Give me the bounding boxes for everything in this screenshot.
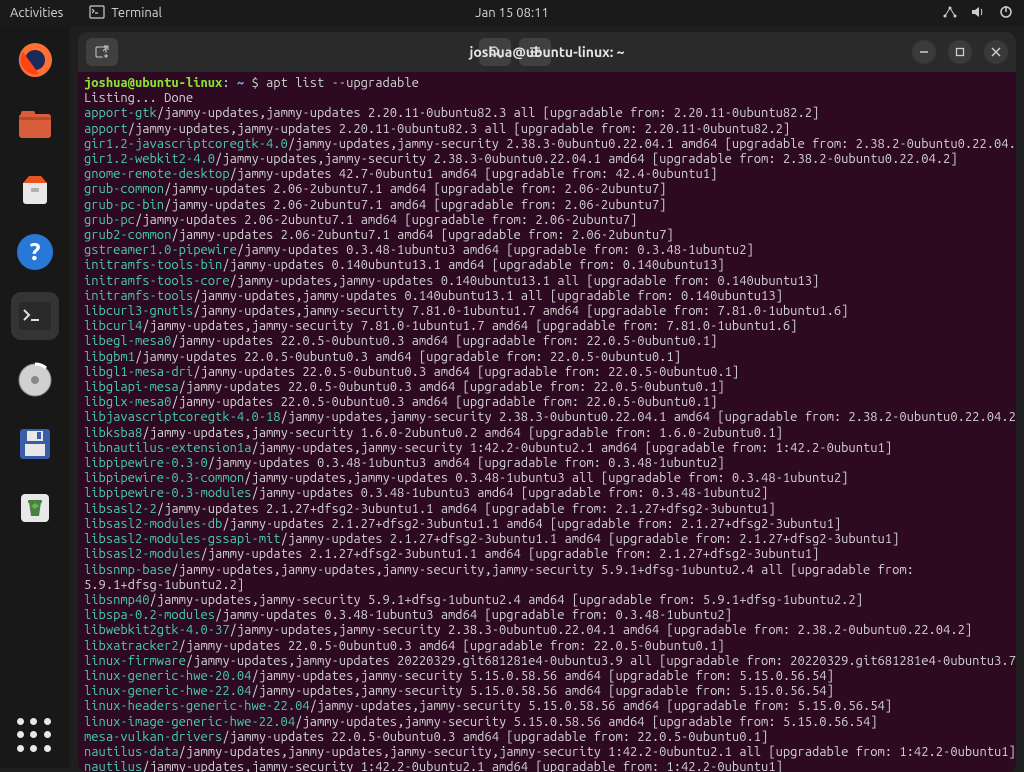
dock-disk[interactable]	[11, 356, 59, 404]
dock-save-icon[interactable]	[11, 420, 59, 468]
titlebar: joshua@ubuntu-linux: ~	[78, 32, 1016, 72]
dock-help[interactable]: ?	[11, 228, 59, 276]
active-app-indicator[interactable]: Terminal	[89, 4, 162, 23]
dock-trash[interactable]	[11, 484, 59, 532]
svg-text:?: ?	[28, 238, 41, 265]
top-panel: Activities Terminal Jan 15 08:11	[0, 0, 1024, 26]
dock: ?	[0, 26, 70, 768]
power-icon[interactable]	[998, 4, 1014, 23]
activities-button[interactable]: Activities	[10, 6, 63, 20]
terminal-window: joshua@ubuntu-linux: ~ joshua@ubuntu-lin…	[78, 32, 1016, 772]
clock[interactable]: Jan 15 08:11	[475, 6, 549, 20]
dock-software[interactable]	[11, 164, 59, 212]
volume-icon[interactable]	[970, 4, 986, 23]
window-title: joshua@ubuntu-linux: ~	[469, 44, 624, 60]
dock-firefox[interactable]	[11, 36, 59, 84]
terminal-output[interactable]: joshua@ubuntu-linux: ~ $ apt list --upgr…	[78, 72, 1016, 772]
new-tab-button[interactable]	[86, 38, 118, 66]
close-button[interactable]	[984, 40, 1008, 64]
dock-terminal[interactable]	[11, 292, 59, 340]
network-icon[interactable]	[942, 4, 958, 23]
maximize-button[interactable]	[948, 40, 972, 64]
dock-files[interactable]	[11, 100, 59, 148]
minimize-button[interactable]	[912, 40, 936, 64]
terminal-icon	[89, 4, 105, 23]
show-applications[interactable]	[17, 718, 53, 754]
